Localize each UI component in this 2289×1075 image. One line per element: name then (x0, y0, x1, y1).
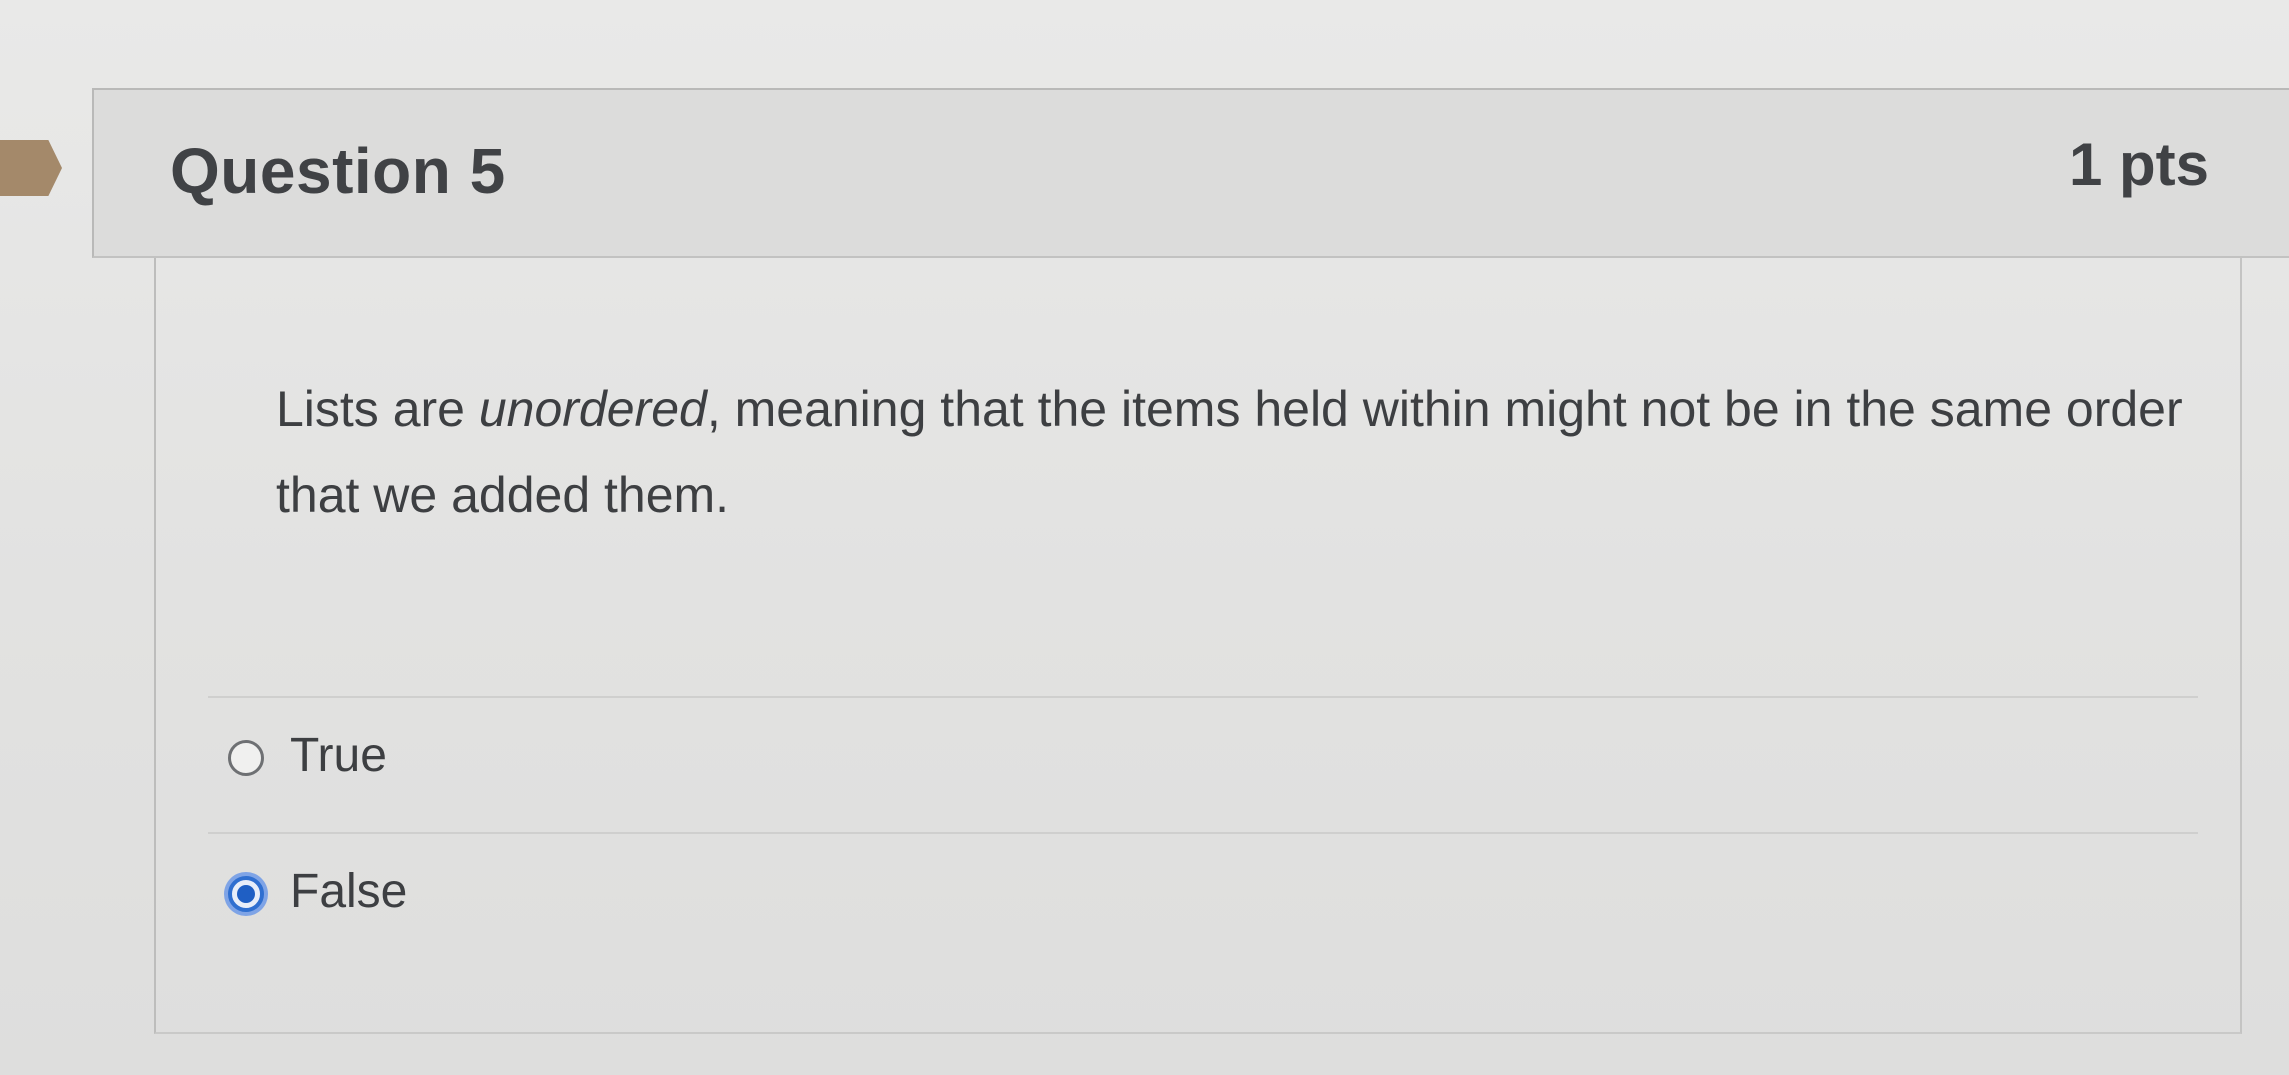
answer-option-false[interactable]: False (208, 834, 2198, 968)
question-text-start: Lists are (276, 381, 479, 437)
question-points: 1 pts (2068, 131, 2209, 198)
answer-option-true[interactable]: True (208, 698, 2198, 832)
question-text-emphasis: unordered (478, 381, 707, 437)
radio-checked-icon[interactable] (228, 876, 264, 912)
radio-unchecked-icon[interactable] (228, 740, 264, 776)
question-card: Question 5 1 pts Lists are unordered, me… (92, 88, 2289, 1034)
quiz-page: Question 5 1 pts Lists are unordered, me… (0, 0, 2289, 1075)
question-marker-flag-icon (0, 140, 62, 196)
answer-list: True False (208, 696, 2198, 968)
question-text: Lists are unordered, meaning that the it… (276, 366, 2196, 538)
answer-label-false[interactable]: False (290, 864, 407, 919)
answer-label-true[interactable]: True (290, 728, 387, 783)
question-body: Lists are unordered, meaning that the it… (154, 258, 2242, 1034)
question-header: Question 5 1 pts (92, 88, 2289, 258)
question-title: Question 5 (170, 135, 506, 207)
